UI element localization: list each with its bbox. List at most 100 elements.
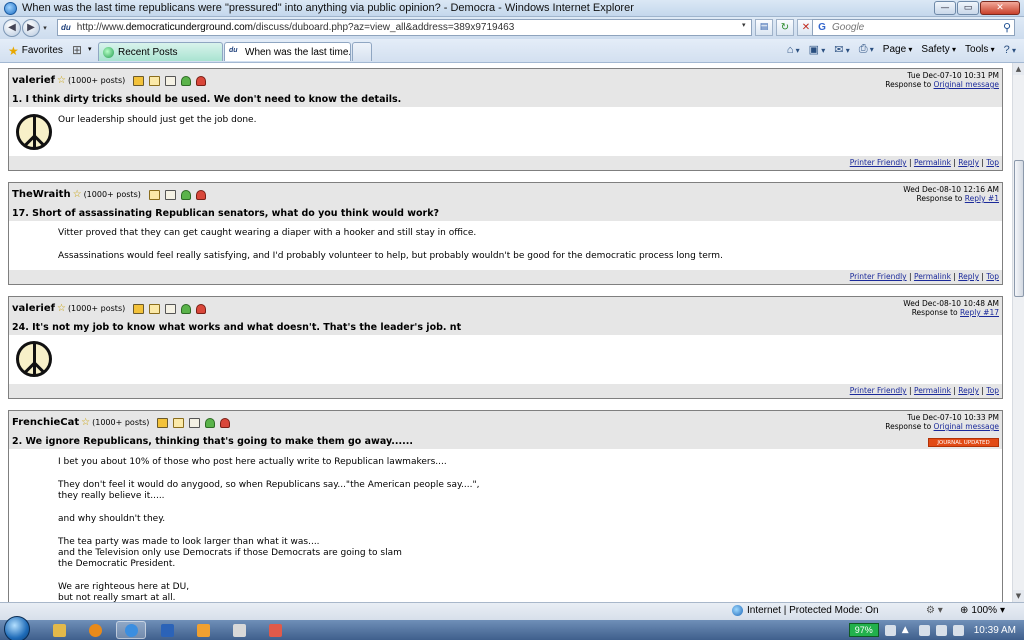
- send-pm-icon[interactable]: [148, 189, 160, 200]
- profile-icon[interactable]: [165, 75, 177, 86]
- power-icon[interactable]: [884, 624, 896, 636]
- post-text: they really believe it.....: [58, 491, 165, 501]
- printer-friendly-link[interactable]: Printer Friendly: [850, 158, 907, 167]
- post-author: FrenchieCat ☆ (1000+ posts): [12, 417, 231, 428]
- vertical-scrollbar[interactable]: ▲ ▼: [1012, 63, 1024, 602]
- top-link[interactable]: Top: [986, 272, 999, 281]
- ignore-user-icon[interactable]: [220, 417, 231, 428]
- post-text: Vitter proved that they can get caught w…: [58, 228, 477, 238]
- safety-menu[interactable]: Safety: [921, 44, 956, 55]
- reply-link[interactable]: Reply: [958, 272, 979, 281]
- print-icon[interactable]: ⎙: [859, 43, 874, 56]
- close-button[interactable]: ✕: [980, 1, 1020, 15]
- feeds-icon[interactable]: ▣: [809, 43, 826, 56]
- response-prefix: Response to: [916, 194, 963, 203]
- tab-recent-posts[interactable]: Recent Posts: [98, 42, 223, 61]
- reply-link[interactable]: Reply: [958, 386, 979, 395]
- reply-link[interactable]: Reply: [958, 158, 979, 167]
- home-icon[interactable]: ⌂: [787, 44, 800, 56]
- refresh-icon[interactable]: ↻: [776, 19, 794, 36]
- response-link[interactable]: Original message: [934, 80, 999, 89]
- minimize-button[interactable]: —: [934, 1, 956, 15]
- new-tab-button[interactable]: [352, 42, 372, 61]
- response-link[interactable]: Reply #1: [965, 194, 999, 203]
- author-name[interactable]: FrenchieCat: [12, 417, 79, 428]
- app-icon: [160, 623, 174, 637]
- protected-mode-icon[interactable]: ⚙ ▾: [926, 605, 943, 616]
- search-icon[interactable]: ⚲: [1003, 21, 1011, 34]
- send-pm-icon[interactable]: [173, 417, 185, 428]
- author-name[interactable]: valerief: [12, 75, 55, 86]
- ignore-user-icon[interactable]: [195, 189, 206, 200]
- signal-icon[interactable]: [935, 624, 947, 636]
- scroll-thumb[interactable]: [1014, 160, 1024, 297]
- add-buddy-icon[interactable]: [181, 75, 192, 86]
- forward-button[interactable]: ▶: [22, 19, 40, 37]
- maximize-button[interactable]: ▭: [957, 1, 979, 15]
- profile-icon[interactable]: [164, 189, 176, 200]
- tab-list-dropdown[interactable]: ▾: [88, 45, 92, 53]
- recent-pages-dropdown[interactable]: ▾: [40, 24, 50, 32]
- response-link[interactable]: Reply #17: [960, 308, 999, 317]
- journal-updated-badge[interactable]: JOURNAL UPDATED: [928, 438, 999, 447]
- address-dropdown[interactable]: ▾: [742, 21, 746, 29]
- address-url[interactable]: http://www.democraticunderground.com/dis…: [77, 22, 515, 33]
- taskbar-app-7[interactable]: [260, 621, 290, 639]
- folder-icon: [52, 623, 66, 637]
- page-menu[interactable]: Page: [883, 44, 913, 55]
- profile-icon[interactable]: [165, 303, 177, 314]
- zoom-control[interactable]: ⊕ 100% ▾: [960, 605, 1005, 616]
- favorites-bar: ★ Favorites ⊞ ▾ Recent Posts du When was…: [0, 39, 1024, 63]
- scroll-down-arrow[interactable]: ▼: [1013, 590, 1024, 602]
- compatibility-view-icon[interactable]: ▤: [755, 19, 773, 36]
- read-mail-icon[interactable]: ✉: [834, 43, 849, 56]
- back-button[interactable]: ◀: [3, 19, 21, 37]
- search-input[interactable]: [832, 22, 992, 33]
- journal-icon[interactable]: [133, 75, 145, 86]
- security-zone[interactable]: Internet | Protected Mode: On: [732, 605, 879, 616]
- taskbar-app-5[interactable]: [188, 621, 218, 639]
- clock[interactable]: 10:39 AM: [974, 625, 1016, 636]
- printer-friendly-link[interactable]: Printer Friendly: [850, 272, 907, 281]
- taskbar-app-6[interactable]: [224, 621, 254, 639]
- window-title: When was the last time republicans were …: [22, 2, 634, 14]
- post-text: the Democratic President.: [58, 559, 176, 569]
- journal-icon[interactable]: [157, 417, 169, 428]
- taskbar-explorer[interactable]: [44, 621, 74, 639]
- author-name[interactable]: valerief: [12, 303, 55, 314]
- search-box[interactable]: G ⚲: [812, 19, 1015, 36]
- author-name[interactable]: TheWraith: [12, 189, 71, 200]
- taskbar-app-4[interactable]: [152, 621, 182, 639]
- permalink-link[interactable]: Permalink: [914, 272, 951, 281]
- post-footer: Printer Friendly | Permalink | Reply | T…: [9, 156, 1002, 170]
- taskbar-internet-explorer[interactable]: [116, 621, 146, 639]
- profile-icon[interactable]: [189, 417, 201, 428]
- quick-tabs-icon[interactable]: ⊞: [70, 43, 84, 57]
- volume-icon[interactable]: [952, 624, 964, 636]
- battery-indicator[interactable]: 97%: [848, 623, 879, 637]
- ignore-user-icon[interactable]: [196, 75, 207, 86]
- taskbar-media-player[interactable]: [80, 621, 110, 639]
- help-icon[interactable]: ?: [1004, 44, 1016, 56]
- address-bar[interactable]: du http://www.democraticunderground.com/…: [57, 19, 752, 36]
- printer-friendly-link[interactable]: Printer Friendly: [850, 386, 907, 395]
- tray-arrow-icon[interactable]: ▲: [902, 625, 913, 636]
- add-buddy-icon[interactable]: [205, 417, 216, 428]
- permalink-link[interactable]: Permalink: [914, 158, 951, 167]
- scroll-up-arrow[interactable]: ▲: [1013, 63, 1024, 75]
- top-link[interactable]: Top: [986, 158, 999, 167]
- response-link[interactable]: Original message: [934, 422, 999, 431]
- top-link[interactable]: Top: [986, 386, 999, 395]
- tab-current-thread[interactable]: du When was the last time... ✕: [224, 42, 351, 61]
- tools-menu[interactable]: Tools: [965, 44, 995, 55]
- network-icon[interactable]: [918, 624, 930, 636]
- send-pm-icon[interactable]: [149, 303, 161, 314]
- add-buddy-icon[interactable]: [181, 303, 192, 314]
- journal-icon[interactable]: [133, 303, 145, 314]
- start-button[interactable]: [4, 616, 30, 640]
- ignore-user-icon[interactable]: [196, 303, 207, 314]
- send-pm-icon[interactable]: [149, 75, 161, 86]
- favorites-button[interactable]: ★ Favorites: [4, 42, 67, 60]
- add-buddy-icon[interactable]: [180, 189, 191, 200]
- permalink-link[interactable]: Permalink: [914, 386, 951, 395]
